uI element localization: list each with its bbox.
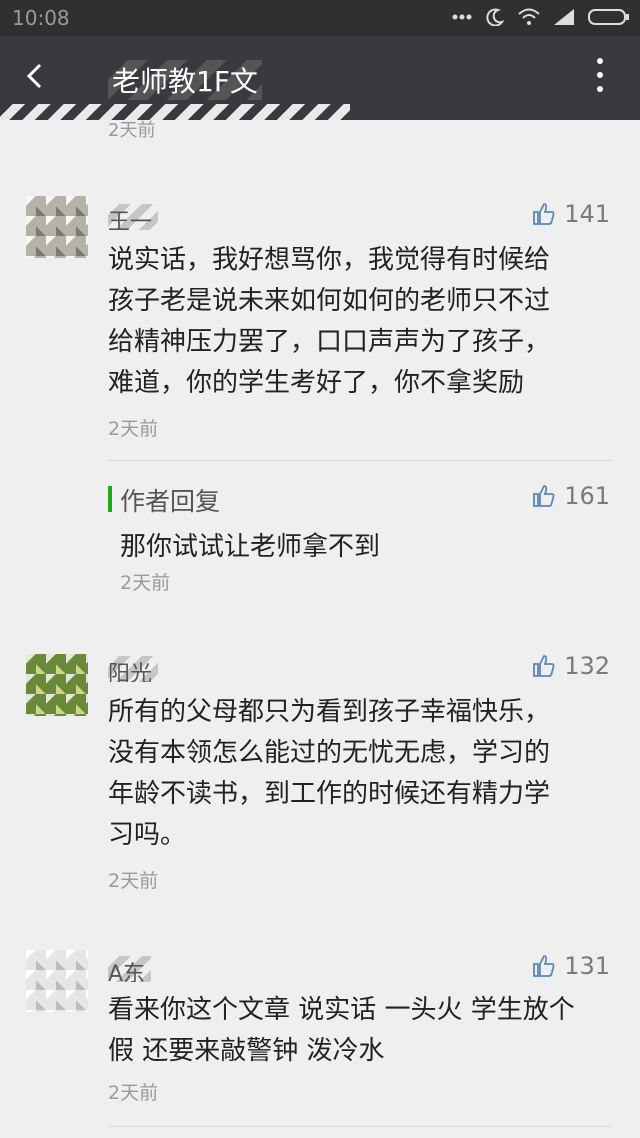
like-count: 141 xyxy=(564,200,610,228)
reply-time: 2天前 xyxy=(120,572,171,594)
comment-line: 孩子老是说未来如何如何的老师只不过 xyxy=(108,286,551,316)
like-button[interactable]: 141 xyxy=(532,200,610,228)
thumbs-up-icon xyxy=(533,203,555,225)
like-button[interactable]: 131 xyxy=(532,952,610,980)
comment-line: 所有的父母都只为看到孩子幸福快乐， xyxy=(108,697,551,727)
previous-comment-time: 2天前 xyxy=(108,120,156,141)
avatar[interactable] xyxy=(26,654,88,716)
more-menu-icon[interactable] xyxy=(596,58,604,98)
comment-text: 所有的父母都只为看到孩子幸福快乐， 没有本领怎么能过的无忧无虑，学习的 年龄不读… xyxy=(108,692,618,856)
status-icons xyxy=(452,8,630,26)
thumbs-up-icon xyxy=(533,955,555,977)
reply-marker xyxy=(108,486,112,512)
like-button[interactable]: 132 xyxy=(532,652,610,680)
wifi-icon xyxy=(518,8,540,25)
like-count: 131 xyxy=(564,952,610,980)
comment-line: 说实话，我好想骂你，我觉得有时候给 xyxy=(108,245,551,275)
divider xyxy=(108,1126,612,1127)
like-count: 132 xyxy=(564,652,610,680)
comment-text: 看来你这个文章 说实话 一头火 学生放个 假 还要来敲警钟 泼冷水 xyxy=(108,990,618,1072)
comment-line: 没有本领怎么能过的无忧无虑，学习的 xyxy=(108,738,551,768)
reply-like-button[interactable]: 161 xyxy=(532,482,610,510)
status-bar: 10:08 xyxy=(0,0,640,36)
battery-icon xyxy=(588,9,629,25)
thumbs-up-icon xyxy=(533,655,555,677)
comment-line: 习吗。 xyxy=(108,820,187,850)
comment-line: 给精神压力罢了，口口声声为了孩子， xyxy=(108,327,551,357)
comment-line: 看来你这个文章 说实话 一头火 学生放个 xyxy=(108,995,575,1025)
thumbs-up-icon xyxy=(533,485,555,507)
signal-icon xyxy=(554,9,574,25)
comment-time: 2天前 xyxy=(108,870,159,892)
status-time: 10:08 xyxy=(12,6,70,30)
comment-line: 年龄不读书，到工作的时候还有精力学 xyxy=(108,779,551,809)
back-arrow-icon[interactable] xyxy=(22,62,50,90)
avatar[interactable] xyxy=(26,950,88,1012)
comment-line: 假 还要来敲警钟 泼冷水 xyxy=(108,1036,385,1066)
divider xyxy=(108,460,612,461)
avatar[interactable] xyxy=(26,196,88,258)
comment-text: 说实话，我好想骂你，我觉得有时候给 孩子老是说未来如何如何的老师只不过 给精神压… xyxy=(108,240,618,404)
like-count: 161 xyxy=(564,482,610,510)
pixelated-overlay xyxy=(0,104,350,120)
comment-username[interactable]: 王一 xyxy=(108,204,159,230)
comment-username[interactable]: A东 xyxy=(108,956,152,982)
comment-line: 难道，你的学生考好了，你不拿奖励 xyxy=(108,368,525,398)
more-dots-icon xyxy=(452,14,472,20)
moon-icon xyxy=(486,8,504,26)
reply-text: 那你试试让老师拿不到 xyxy=(120,532,381,562)
author-reply-label: 作者回复 xyxy=(120,487,221,516)
comment-username[interactable]: 阳光 xyxy=(108,656,159,682)
comment-time: 2天前 xyxy=(108,418,159,440)
page-title: 老师教1F文 xyxy=(108,60,262,100)
comment-time: 2天前 xyxy=(108,1082,159,1104)
